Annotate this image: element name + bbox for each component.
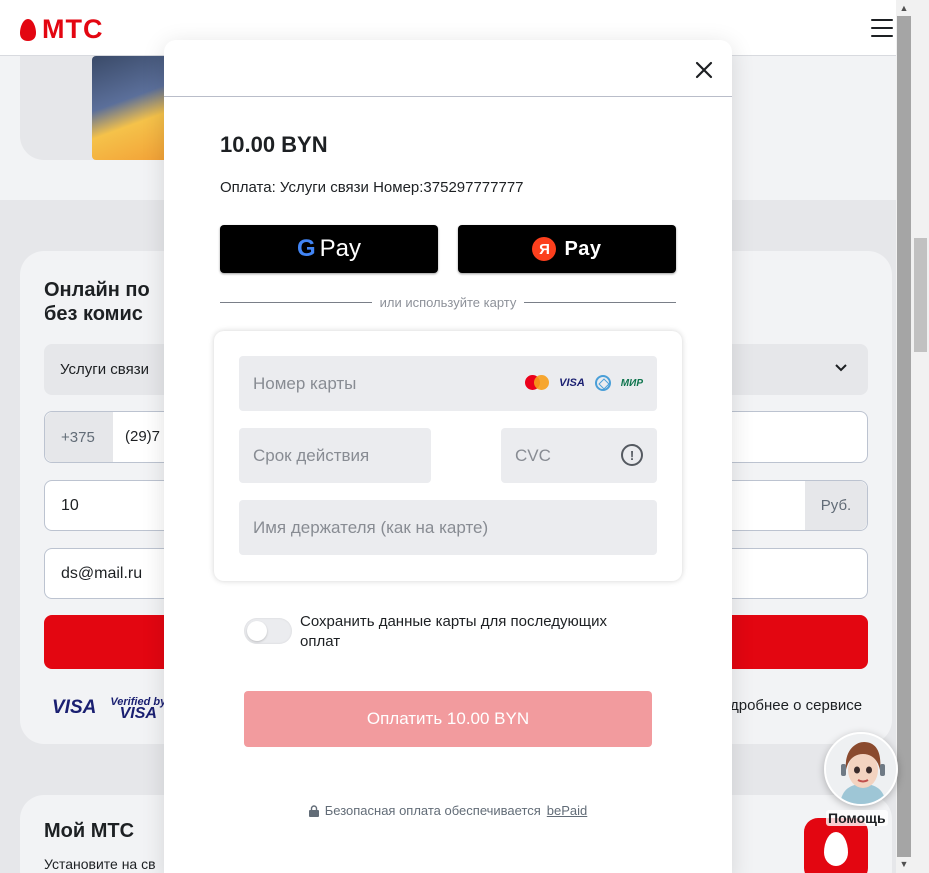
- scroll-up-arrow-icon[interactable]: ▲: [899, 3, 909, 13]
- expiry-placeholder: Срок действия: [253, 445, 370, 465]
- assistant-avatar[interactable]: [824, 732, 898, 806]
- mts-logo[interactable]: МТС: [20, 14, 103, 45]
- more-about-service-link[interactable]: дробнее о сервисе: [730, 697, 862, 714]
- card-number-input[interactable]: Номер карты VISA МИР: [239, 356, 657, 411]
- payment-description: Оплата: Услуги связи Номер:375297777777: [220, 179, 524, 196]
- toggle-knob: [247, 621, 267, 641]
- expiry-input[interactable]: Срок действия: [239, 428, 431, 483]
- save-card-label: Сохранить данные карты для последующих о…: [300, 613, 607, 650]
- close-icon[interactable]: [692, 58, 716, 82]
- cardholder-name-placeholder: Имя держателя (как на карте): [253, 517, 489, 537]
- logo-text: МТС: [42, 14, 104, 44]
- yandex-pay-label: Pay: [564, 237, 602, 260]
- info-icon[interactable]: !: [621, 444, 643, 466]
- visa-icon: VISA: [559, 377, 585, 389]
- scrollbar-thumb[interactable]: [914, 238, 927, 352]
- assistant-face-icon: [826, 734, 896, 804]
- yandex-icon: Я: [532, 237, 557, 261]
- mts-egg-icon: [20, 18, 36, 41]
- yandex-pay-button[interactable]: Я Pay: [458, 225, 676, 273]
- online-payment-title: Онлайн по без комис: [44, 279, 150, 325]
- pay-button[interactable]: Оплатить 10.00 BYN: [244, 691, 652, 747]
- card-divider: или используйте карту: [220, 292, 676, 312]
- secure-payment-note: Безопасная оплата обеспечивается bePaid: [164, 803, 732, 818]
- card-form: Номер карты VISA МИР Срок действия CVC !…: [214, 331, 682, 581]
- card-brands: VISA МИР: [525, 375, 643, 391]
- cvc-placeholder: CVC: [515, 445, 551, 465]
- lock-icon: [308, 804, 319, 817]
- payment-amount: 10.00 BYN: [220, 132, 328, 157]
- divider-text: или используйте карту: [379, 294, 517, 310]
- assistant-label: Помощь: [826, 810, 888, 826]
- google-g-icon: G: [296, 235, 316, 262]
- secure-text: Безопасная оплата обеспечивается: [324, 803, 541, 818]
- belkart-icon: [594, 375, 611, 391]
- currency-suffix: Руб.: [805, 481, 867, 530]
- modal-header: [164, 40, 732, 97]
- bepaid-link[interactable]: bePaid: [547, 803, 587, 818]
- google-pay-label: Pay: [319, 235, 362, 262]
- phone-prefix: +375: [45, 412, 113, 462]
- verified-by-visa-logo: Verified by VISA: [110, 696, 167, 722]
- my-mts-subtitle: Установите на св: [44, 856, 156, 872]
- chevron-down-icon[interactable]: [835, 364, 847, 372]
- google-pay-button[interactable]: G Pay: [220, 225, 438, 273]
- cardholder-name-input[interactable]: Имя держателя (как на карте): [239, 500, 657, 555]
- menu-icon[interactable]: [871, 19, 893, 37]
- payment-modal: 10.00 BYN Оплата: Услуги связи Номер:375…: [164, 40, 732, 873]
- scroll-down-arrow-icon[interactable]: ▼: [899, 859, 909, 869]
- payment-logos: VISA Verified by VISA: [52, 696, 167, 722]
- cvc-input[interactable]: CVC !: [501, 428, 657, 483]
- assistant-widget[interactable]: Помощь: [824, 732, 898, 832]
- visa-logo: VISA: [52, 697, 97, 718]
- mastercard-icon: [525, 375, 550, 391]
- phone-value: (29)7: [125, 428, 161, 445]
- card-number-placeholder: Номер карты: [253, 373, 357, 393]
- mir-icon: МИР: [620, 377, 643, 389]
- save-card-toggle[interactable]: [244, 618, 292, 644]
- my-mts-title: Мой МТС: [44, 820, 135, 842]
- scrollbar-track[interactable]: [897, 16, 911, 857]
